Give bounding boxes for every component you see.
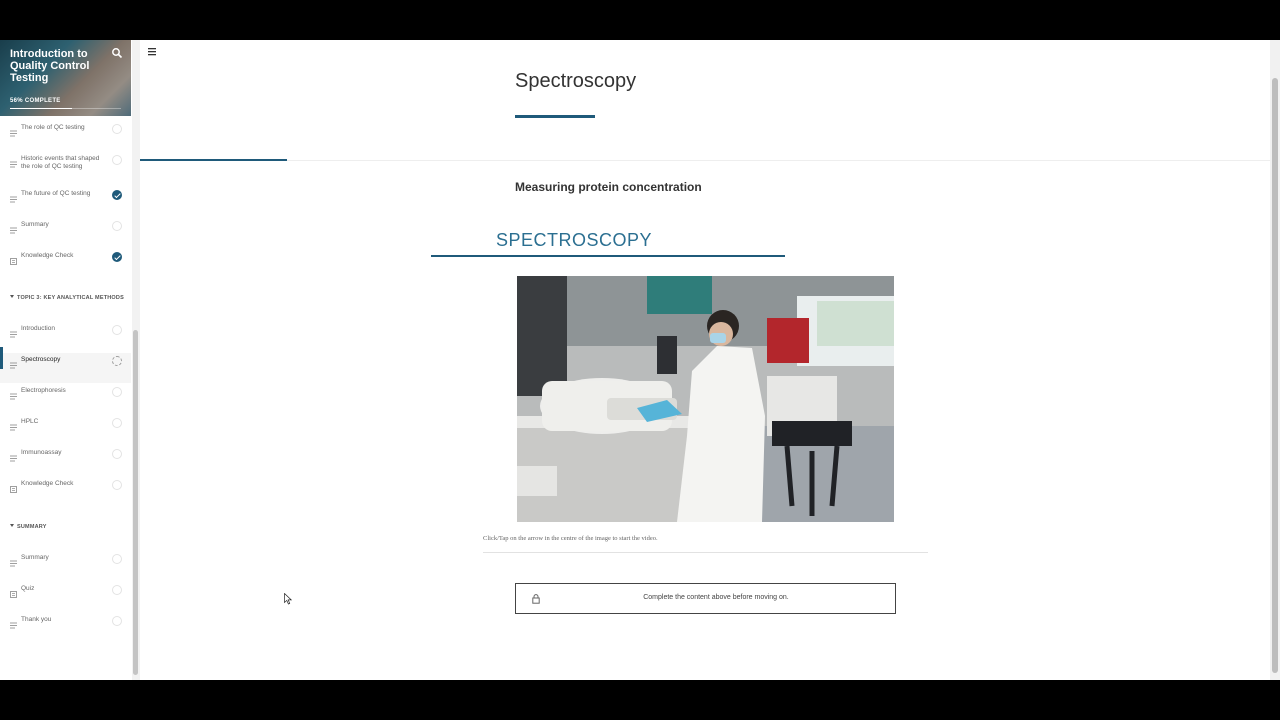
lesson-status-icon [112, 325, 122, 335]
content-divider [483, 552, 928, 553]
lesson-status-icon [112, 616, 122, 626]
sidebar-lesson-label: The role of QC testing [21, 124, 85, 131]
title-underline [515, 115, 595, 118]
completed-check-icon [112, 252, 122, 262]
course-progress-fill [10, 108, 73, 109]
sidebar-lesson-item[interactable]: Historic events that shaped the role of … [0, 152, 131, 182]
sidebar-lesson-label: Summary [21, 221, 49, 228]
progress-label: 56% COMPLETE [10, 98, 61, 104]
sidebar-lesson-item[interactable]: The future of QC testing [0, 187, 131, 217]
sidebar-lesson-item[interactable]: Knowledge Check [0, 249, 131, 279]
sidebar-lesson-item[interactable]: Summary [0, 551, 131, 581]
caret-down-icon [10, 524, 14, 527]
lesson-list: The role of QC testing Historic events th… [0, 116, 131, 680]
sidebar-lesson-item[interactable]: Immunoassay [0, 446, 131, 476]
sidebar-lesson-item[interactable]: HPLC [0, 415, 131, 445]
sidebar-lesson-item[interactable]: The role of QC testing [0, 121, 131, 151]
sidebar-scroll-thumb[interactable] [133, 330, 138, 675]
sidebar-scrollbar[interactable] [132, 40, 140, 680]
section-heading: SPECTROSCOPY [496, 230, 653, 250]
lines-icon [10, 616, 17, 629]
sidebar-lesson-label: Thank you [21, 616, 52, 623]
sidebar-lesson-label: Electrophoresis [21, 387, 66, 394]
sidebar-lesson-label: Immunoassay [21, 449, 62, 456]
lesson-status-icon [112, 418, 122, 428]
search-icon[interactable] [111, 47, 123, 59]
lines-icon [10, 325, 17, 338]
lesson-title: Spectroscopy [515, 70, 637, 92]
sidebar-lesson-item[interactable]: Electrophoresis [0, 384, 131, 414]
locked-message: Complete the content above before moving… [643, 594, 789, 601]
lines-icon [10, 155, 17, 168]
completed-check-icon [112, 190, 122, 200]
sidebar-lesson-item[interactable]: Summary [0, 218, 131, 248]
lesson-status-icon [112, 155, 122, 165]
continue-locked-notice: Complete the content above before moving… [515, 583, 896, 614]
sidebar-lesson-label: The future of QC testing [21, 190, 91, 197]
lines-icon [10, 124, 17, 137]
sidebar-section-heading[interactable]: TOPIC 3: KEY ANALYTICAL METHODS [10, 295, 124, 301]
sidebar-lesson-item[interactable]: Introduction [0, 322, 131, 352]
section-heading-underline [431, 255, 785, 257]
sidebar-lesson-item[interactable]: Spectroscopy [0, 347, 131, 383]
course-header: Introduction to Quality Control Testing … [0, 40, 131, 116]
quiz-icon [10, 252, 17, 265]
video-instruction: Click/Tap on the arrow in the centre of … [483, 535, 658, 542]
sidebar-lesson-label: Summary [21, 554, 49, 561]
course-progress-bar [10, 108, 121, 109]
lines-icon [10, 387, 17, 400]
quiz-icon [10, 585, 17, 598]
sidebar-lesson-item[interactable]: Thank you [0, 613, 131, 643]
menu-icon[interactable] [148, 48, 158, 56]
quiz-icon [10, 480, 17, 493]
sidebar-lesson-label: Spectroscopy [21, 356, 61, 363]
lesson-status-icon [112, 585, 122, 595]
sidebar-lesson-label: Knowledge Check [21, 252, 74, 259]
sidebar-lesson-label: Historic events that shaped the role of … [21, 155, 100, 170]
sidebar-lesson-label: Knowledge Check [21, 480, 74, 487]
lines-icon [10, 356, 17, 369]
mouse-cursor-icon [284, 593, 292, 605]
sidebar-section-heading[interactable]: SUMMARY [10, 524, 47, 530]
caret-down-icon [10, 295, 14, 298]
course-title[interactable]: Introduction to Quality Control Testing [10, 48, 110, 84]
lab-video-thumbnail[interactable] [517, 276, 894, 522]
lines-icon [10, 221, 17, 234]
page-scroll-thumb[interactable] [1272, 78, 1278, 673]
sidebar-lesson-item[interactable]: Knowledge Check [0, 477, 131, 507]
page-scrollbar[interactable] [1270, 40, 1280, 680]
lesson-status-icon [112, 554, 122, 564]
lines-icon [10, 554, 17, 567]
lesson-subheading: Measuring protein concentration [515, 180, 702, 194]
lines-icon [10, 418, 17, 431]
sidebar-section-label: TOPIC 3: KEY ANALYTICAL METHODS [17, 295, 124, 301]
video-player[interactable] [517, 276, 894, 522]
header-divider [140, 160, 1270, 161]
sidebar-lesson-label: HPLC [21, 418, 39, 425]
lesson-status-icon [112, 387, 122, 397]
lesson-progress-bar [140, 159, 287, 161]
lesson-content: Spectroscopy Measuring protein concentra… [140, 40, 1270, 680]
lesson-status-icon [112, 124, 122, 134]
sidebar-lesson-label: Introduction [21, 325, 55, 332]
sidebar-section-label: SUMMARY [17, 524, 47, 530]
sidebar-lesson-label: Quiz [21, 585, 35, 592]
lesson-status-icon [112, 480, 122, 490]
lesson-status-icon [112, 449, 122, 459]
lesson-status-icon [112, 356, 122, 366]
sidebar-lesson-item[interactable]: Quiz [0, 582, 131, 612]
lines-icon [10, 449, 17, 462]
lesson-status-icon [112, 221, 122, 231]
course-sidebar: Introduction to Quality Control Testing … [0, 40, 140, 680]
lines-icon [10, 190, 17, 203]
